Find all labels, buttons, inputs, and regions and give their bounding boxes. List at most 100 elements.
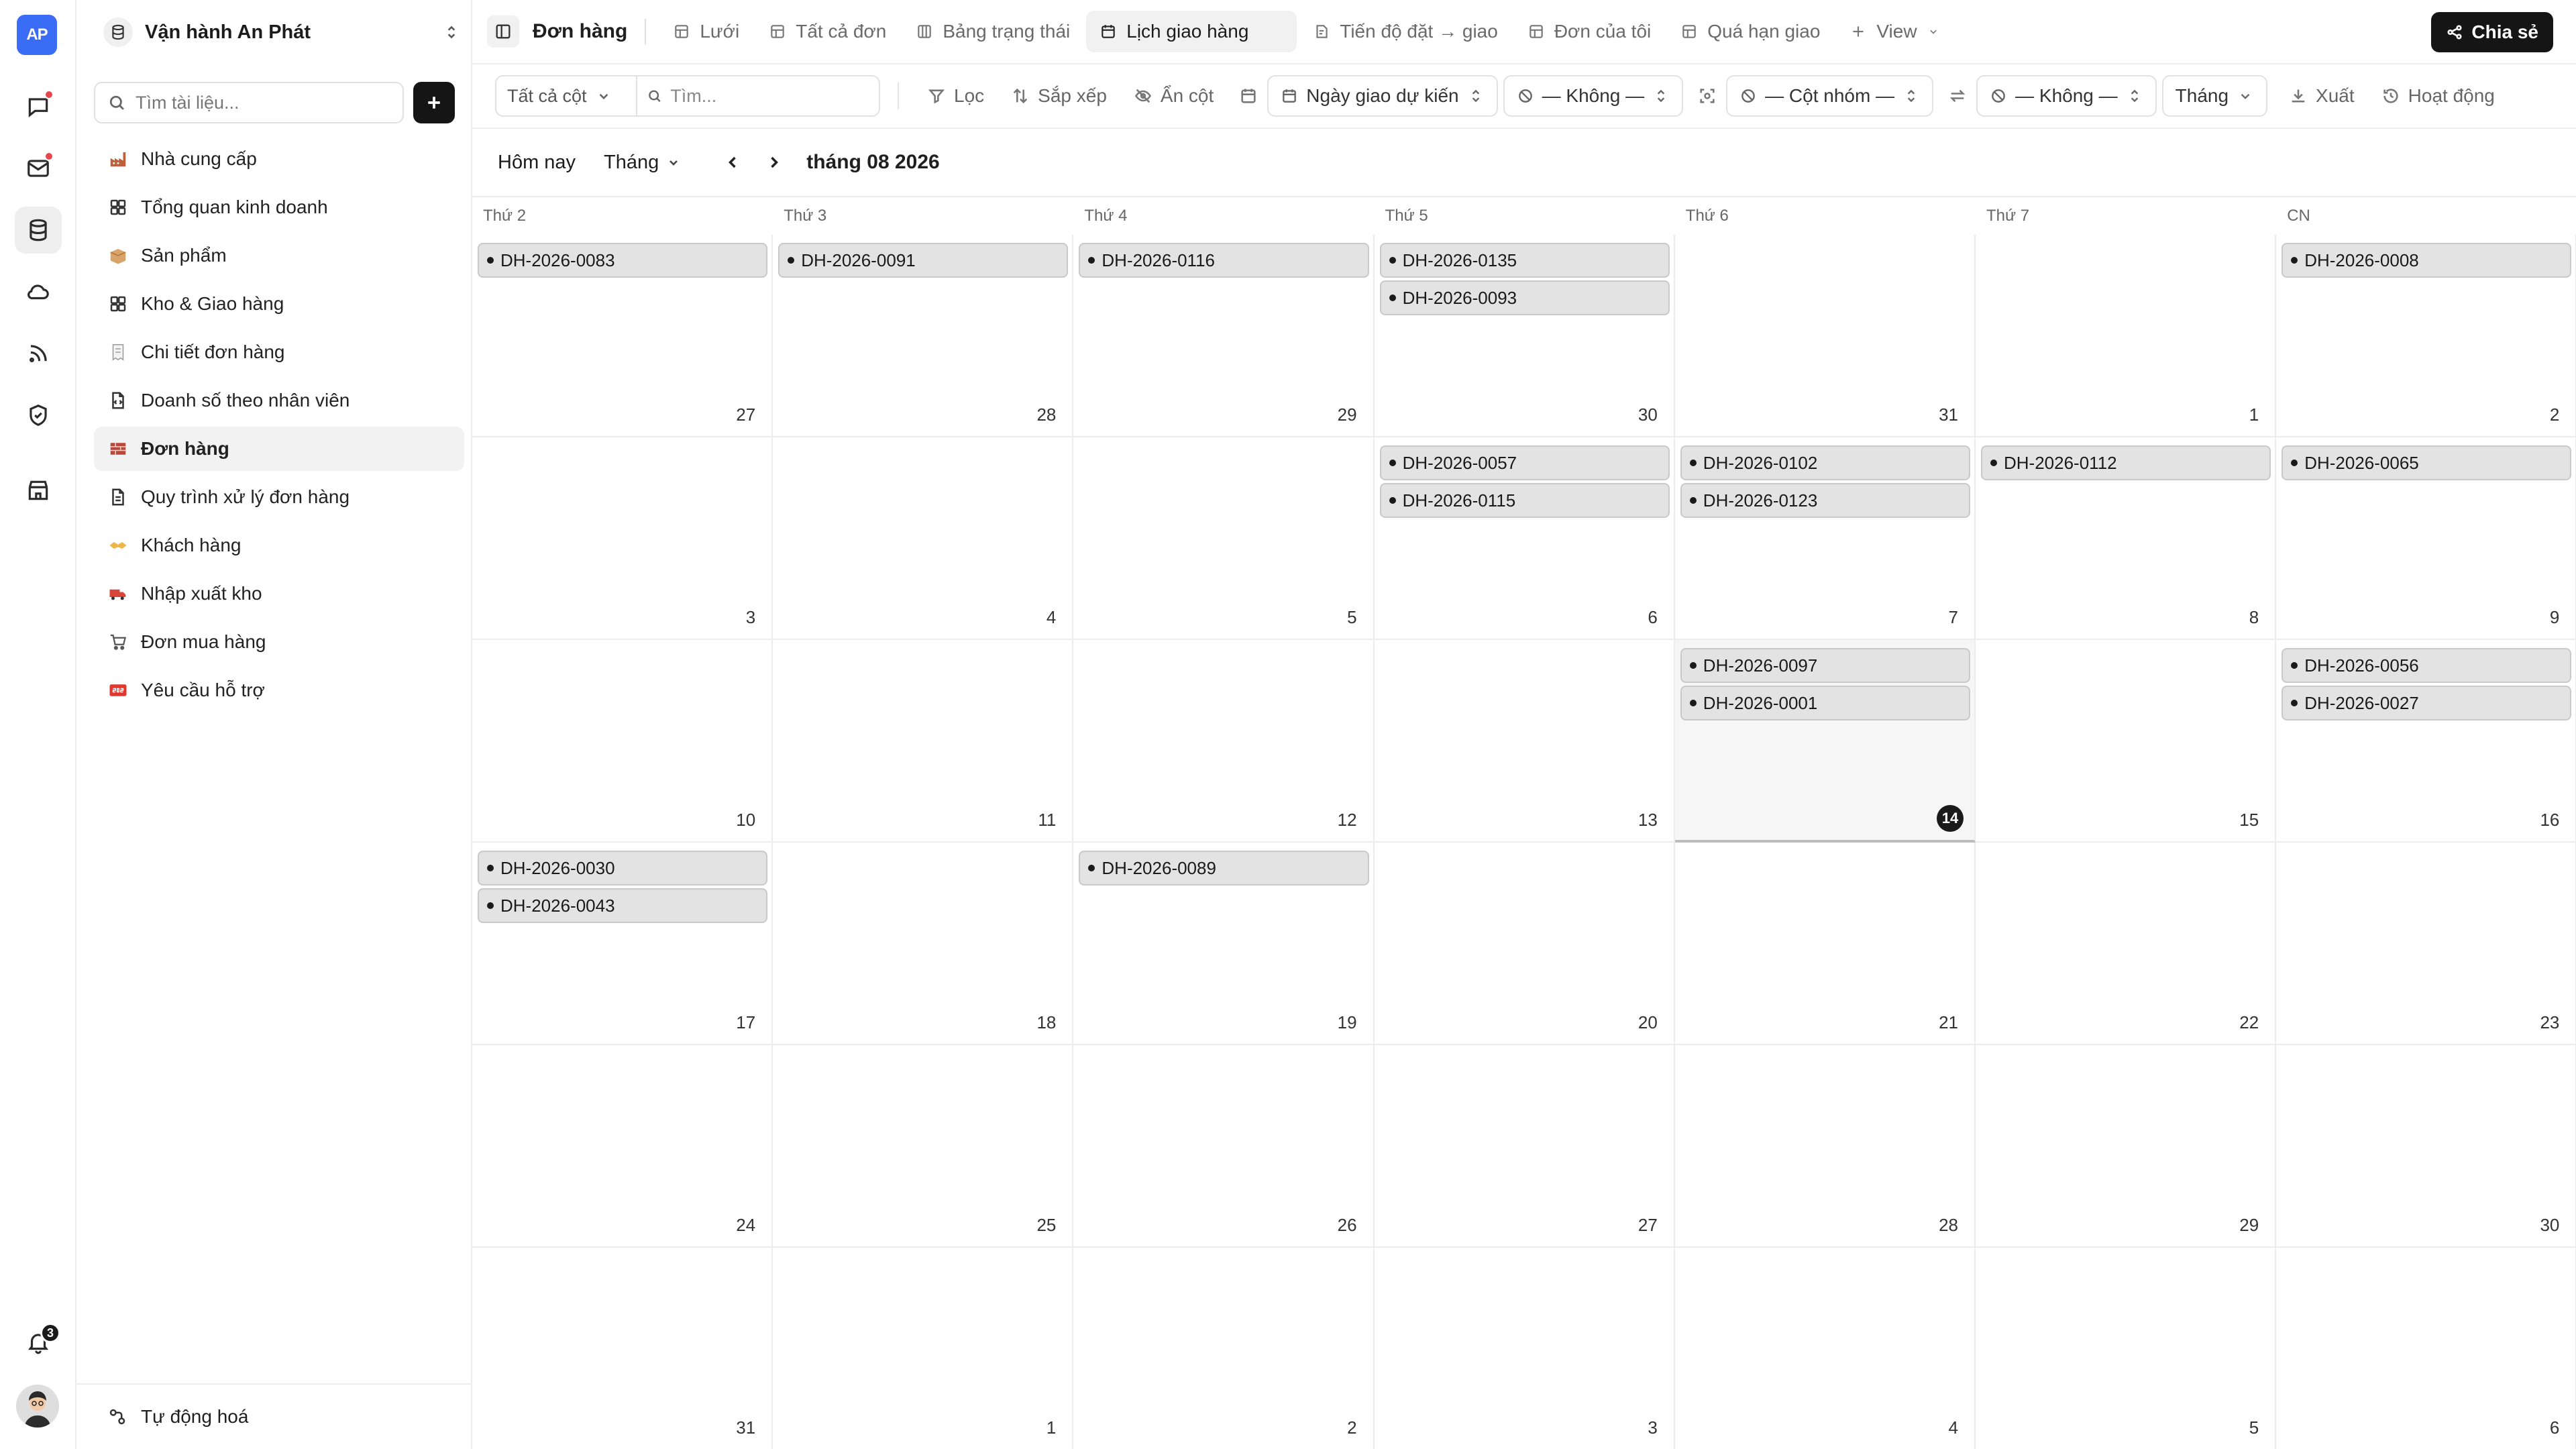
sidebar-item-san-pham[interactable]: Sản phẩm (94, 233, 464, 278)
sidebar-item-chi-tiet-don-hang[interactable]: Chi tiết đơn hàng (94, 330, 464, 374)
tab-luoi[interactable]: Lưới (659, 11, 753, 52)
bell-icon[interactable]: 3 (15, 1319, 62, 1366)
calendar-day-cell[interactable]: 31 (1674, 235, 1976, 437)
add-doc-button[interactable] (413, 82, 455, 123)
add-view-button[interactable]: View (1836, 11, 1953, 52)
calendar-day-cell[interactable]: DH-2026-0135 DH-2026-0093 30 (1374, 235, 1675, 437)
cloud-icon[interactable] (15, 268, 62, 315)
calendar-day-cell[interactable]: 5 (1976, 1248, 2277, 1449)
database-icon[interactable] (15, 207, 62, 254)
calendar-event-chip[interactable]: DH-2026-0097 (1680, 648, 1970, 683)
tab-don-cua-toi[interactable]: Đơn của tôi (1514, 11, 1664, 52)
activity-button[interactable]: Hoạt động (2371, 75, 2506, 117)
calendar-day-cell[interactable]: 20 (1374, 843, 1675, 1045)
calendar-day-cell[interactable]: 12 (1073, 640, 1375, 843)
store-icon[interactable] (15, 467, 62, 514)
calendar-day-cell[interactable]: DH-2026-0083 27 (472, 235, 773, 437)
rss-icon[interactable] (15, 330, 62, 377)
date-field-select[interactable]: Ngày giao dự kiến (1267, 75, 1498, 117)
tab-lich-giao-hang[interactable]: Lịch giao hàng (1086, 11, 1297, 52)
calendar-day-cell[interactable]: 5 (1073, 437, 1375, 640)
calendar-event-chip[interactable]: DH-2026-0057 (1379, 445, 1670, 480)
sidebar-item-yeu-cau-ho-tro[interactable]: Yêu cầu hỗ trợ (94, 668, 464, 712)
calendar-event-chip[interactable]: DH-2026-0030 (478, 851, 768, 885)
user-avatar[interactable] (16, 1385, 59, 1428)
calendar-event-chip[interactable]: DH-2026-0083 (478, 243, 768, 278)
calendar-day-cell[interactable]: DH-2026-0056 DH-2026-0027 16 (2276, 640, 2576, 843)
calendar-mode-select[interactable]: Tháng (604, 152, 682, 174)
end-field-select[interactable]: — Không — (1503, 75, 1684, 117)
sidebar-item-nha-cung-cap[interactable]: Nhà cung cấp (94, 137, 464, 181)
calendar-event-chip[interactable]: DH-2026-0089 (1079, 851, 1369, 885)
calendar-day-cell[interactable]: 27 (1374, 1045, 1675, 1248)
calendar-day-cell[interactable]: 13 (1374, 640, 1675, 843)
calendar-day-cell[interactable]: 25 (773, 1045, 1074, 1248)
calendar-day-cell[interactable]: 18 (773, 843, 1074, 1045)
calendar-day-cell[interactable]: DH-2026-0065 9 (2276, 437, 2576, 640)
calendar-event-chip[interactable]: DH-2026-0123 (1680, 483, 1970, 518)
sidebar-item-don-mua-hang[interactable]: Đơn mua hàng (94, 620, 464, 664)
calendar-day-cell[interactable]: 4 (1675, 1248, 1976, 1449)
calendar-day-cell[interactable]: 2 (1073, 1248, 1375, 1449)
calendar-day-cell[interactable]: DH-2026-0008 2 (2276, 235, 2576, 437)
calendar-event-chip[interactable]: DH-2026-0008 (2282, 243, 2572, 278)
sidebar-item-quy-trinh[interactable]: Quy trình xử lý đơn hàng (94, 475, 464, 519)
group-field-select[interactable]: — Cột nhóm — (1726, 75, 1934, 117)
swap-icon[interactable] (1943, 75, 1972, 117)
export-button[interactable]: Xuất (2278, 75, 2365, 117)
calendar-event-chip[interactable]: DH-2026-0056 (2282, 648, 2572, 683)
calendar-event-chip[interactable]: DH-2026-0115 (1379, 483, 1670, 518)
calendar-day-cell[interactable]: DH-2026-0116 29 (1073, 235, 1375, 437)
shield-icon[interactable] (15, 392, 62, 439)
calendar-day-cell[interactable]: 3 (472, 437, 773, 640)
sidebar-item-kho-giao-hang[interactable]: Kho & Giao hàng (94, 282, 464, 326)
doc-search-input[interactable] (136, 92, 390, 113)
automation-link[interactable]: Tự động hoá (76, 1383, 471, 1449)
tab-bang-trang-thai[interactable]: Bảng trạng thái (902, 11, 1083, 52)
sidebar-item-doanh-so[interactable]: Doanh số theo nhân viên (94, 378, 464, 423)
swap-field-select[interactable]: — Không — (1976, 75, 2157, 117)
calendar-day-cell[interactable]: 28 (1674, 1045, 1976, 1248)
calendar-day-cell[interactable]: 11 (773, 640, 1074, 843)
chat-icon[interactable] (15, 83, 62, 130)
calendar-event-chip[interactable]: DH-2026-0065 (2282, 445, 2572, 480)
calendar-day-cell[interactable]: 30 (2276, 1045, 2576, 1248)
sidebar-item-don-hang[interactable]: Đơn hàng (94, 427, 464, 471)
table-icon[interactable] (487, 15, 519, 48)
column-select[interactable]: Tất cả cột (495, 75, 637, 117)
calendar-day-cell[interactable]: 22 (1976, 843, 2277, 1045)
calendar-day-cell[interactable]: 26 (1073, 1045, 1375, 1248)
next-month-button[interactable] (758, 146, 790, 178)
calendar-day-cell[interactable]: DH-2026-0057 DH-2026-0115 6 (1374, 437, 1675, 640)
calendar-event-chip[interactable]: DH-2026-0001 (1680, 686, 1970, 720)
filter-button[interactable]: Lọc (916, 75, 995, 117)
hide-columns-button[interactable]: Ẩn cột (1123, 75, 1224, 117)
workspace-logo[interactable]: AP (17, 15, 57, 55)
calendar-day-cell[interactable]: 21 (1674, 843, 1976, 1045)
calendar-day-cell[interactable]: 1 (773, 1248, 1074, 1449)
share-button[interactable]: Chia sẻ (2431, 12, 2553, 52)
today-button[interactable]: Hôm nay (498, 152, 576, 174)
prev-month-button[interactable] (716, 146, 749, 178)
calendar-day-cell[interactable]: DH-2026-0112 8 (1976, 437, 2277, 640)
tab-tat-ca-don[interactable]: Tất cả đơn (755, 11, 900, 52)
calendar-day-cell[interactable]: 24 (472, 1045, 773, 1248)
calendar-day-cell[interactable]: 4 (773, 437, 1074, 640)
calendar-event-chip[interactable]: DH-2026-0102 (1680, 445, 1970, 480)
tab-qua-han-giao[interactable]: Quá hạn giao (1667, 11, 1833, 52)
calendar-day-cell[interactable]: 1 (1976, 235, 2277, 437)
tab-tien-do[interactable]: Tiến độ đặt → giao (1299, 11, 1511, 52)
calendar-day-cell[interactable]: 31 (472, 1248, 773, 1449)
calendar-day-cell[interactable]: DH-2026-0030 DH-2026-0043 17 (472, 843, 773, 1045)
calendar-event-chip[interactable]: DH-2026-0112 (1981, 445, 2271, 480)
calendar-day-cell[interactable]: DH-2026-0097 DH-2026-0001 14 (1674, 640, 1976, 843)
mail-icon[interactable] (15, 145, 62, 192)
calendar-event-chip[interactable]: DH-2026-0043 (478, 888, 768, 923)
calendar-day-cell[interactable]: 15 (1976, 640, 2277, 843)
sort-button[interactable]: Sắp xếp (1000, 75, 1118, 117)
sidebar-item-khach-hang[interactable]: Khách hàng (94, 523, 464, 568)
calendar-day-cell[interactable]: 10 (472, 640, 773, 843)
sidebar-item-nhap-xuat-kho[interactable]: Nhập xuất kho (94, 572, 464, 616)
calendar-day-cell[interactable]: DH-2026-0089 19 (1073, 843, 1375, 1045)
calendar-event-chip[interactable]: DH-2026-0093 (1379, 280, 1670, 315)
